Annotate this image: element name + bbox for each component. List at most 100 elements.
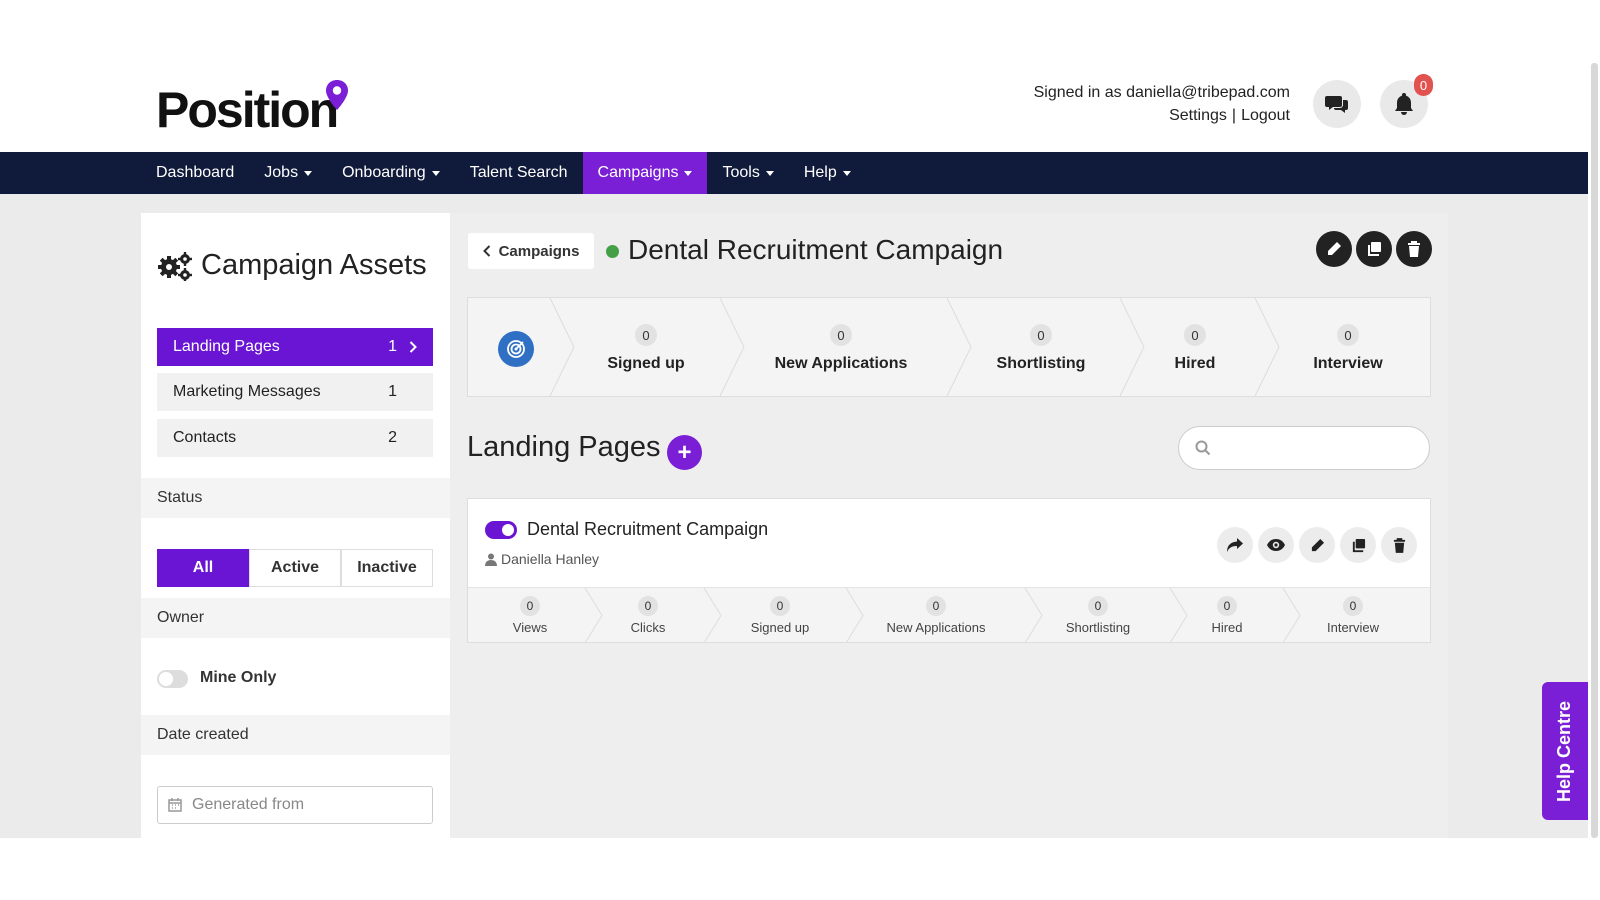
stat-value: 0: [1184, 324, 1206, 346]
nav-jobs[interactable]: Jobs: [249, 152, 327, 194]
stat-value: 0: [1030, 324, 1052, 346]
copy-button[interactable]: [1340, 527, 1376, 563]
lp-stat-hired: 0 Hired: [1192, 588, 1262, 643]
back-to-campaigns-button[interactable]: Campaigns: [468, 233, 594, 269]
nav-label: Help: [803, 164, 837, 181]
pencil-icon: [1328, 242, 1341, 255]
add-landing-page-button[interactable]: +: [667, 435, 702, 470]
notifications-button[interactable]: 0: [1380, 74, 1433, 128]
date-created-label: Date created: [141, 715, 450, 755]
lp-stat-views: 0 Views: [490, 588, 570, 643]
stat-label: Interview: [1326, 620, 1380, 635]
help-centre-tab[interactable]: Help Centre: [1542, 682, 1588, 820]
logo[interactable]: Position: [156, 80, 349, 139]
landing-page-title[interactable]: Dental Recruitment Campaign: [527, 519, 768, 540]
owner-label: Owner: [141, 598, 450, 638]
copy-icon: [1368, 242, 1381, 256]
landing-page-owner: Daniella Hanley: [485, 551, 599, 567]
stat-label: Signed up: [750, 620, 810, 635]
sidebar-item-contacts[interactable]: Contacts 2: [157, 419, 433, 457]
app-frame: Position Signed in as daniella@tribepad.…: [0, 63, 1588, 838]
delete-button[interactable]: [1381, 527, 1417, 563]
delete-campaign-button[interactable]: [1396, 231, 1432, 267]
stat-value: 0: [1088, 596, 1108, 616]
nav-campaigns[interactable]: Campaigns: [582, 152, 708, 194]
mine-only-toggle[interactable]: [157, 670, 188, 688]
stat-value: 0: [520, 596, 540, 616]
chevron-divider: [1024, 588, 1043, 643]
stat-label: Shortlisting: [996, 355, 1086, 372]
sidebar-item-landing-pages[interactable]: Landing Pages 1: [157, 328, 433, 366]
stat-new-applications: 0 New Applications: [741, 298, 941, 396]
nav-help[interactable]: Help: [789, 152, 866, 194]
gears-icon: [158, 251, 192, 281]
help-centre-label: Help Centre: [1554, 700, 1575, 802]
status-active-button[interactable]: Active: [249, 549, 341, 587]
lp-stat-clicks: 0 Clicks: [608, 588, 688, 643]
nav-talent-search[interactable]: Talent Search: [455, 152, 583, 194]
landing-page-active-toggle[interactable]: [485, 521, 517, 539]
status-all-button[interactable]: All: [157, 549, 249, 587]
stat-label: New Applications: [774, 355, 908, 372]
stat-value: 0: [830, 324, 852, 346]
stat-value: 0: [1337, 324, 1359, 346]
stat-label: Interview: [1313, 355, 1383, 372]
campaign-title: Dental Recruitment Campaign: [628, 234, 1004, 265]
target-icon: [498, 331, 534, 367]
stat-value: 0: [926, 596, 946, 616]
lp-stat-signed-up: 0 Signed up: [730, 588, 830, 643]
nav-label: Jobs: [264, 164, 299, 181]
location-pin-icon: [326, 80, 349, 110]
nav-label: Onboarding: [342, 164, 426, 181]
status-inactive-button[interactable]: Inactive: [341, 549, 433, 587]
nav-onboarding[interactable]: Onboarding: [327, 152, 455, 194]
owner-name: Daniella Hanley: [501, 551, 600, 567]
page-scrollbar[interactable]: [1591, 63, 1598, 838]
stat-label: Hired: [1174, 355, 1216, 372]
settings-link[interactable]: Settings: [1169, 104, 1227, 127]
search-icon: [1195, 440, 1211, 456]
bell-icon: [1395, 93, 1413, 115]
copy-campaign-button[interactable]: [1356, 231, 1392, 267]
stat-signed-up: 0 Signed up: [571, 298, 721, 396]
chevron-divider: [703, 588, 722, 643]
share-icon: [1227, 538, 1243, 552]
sidebar-item-marketing-messages[interactable]: Marketing Messages 1: [157, 373, 433, 411]
caret-down-icon: [431, 170, 440, 176]
main-nav: Dashboard Jobs Onboarding Talent Search …: [0, 152, 1588, 194]
edit-campaign-button[interactable]: [1316, 231, 1352, 267]
stat-value: 0: [635, 324, 657, 346]
chevron-divider: [584, 588, 603, 643]
nav-label: Dashboard: [156, 164, 235, 181]
share-button[interactable]: [1217, 527, 1253, 563]
notification-badge: 0: [1414, 74, 1433, 96]
landing-pages-search[interactable]: [1178, 426, 1430, 470]
edit-button[interactable]: [1299, 527, 1335, 563]
sidebar-title-text: Campaign Assets: [201, 249, 427, 281]
nav-tools[interactable]: Tools: [707, 152, 788, 194]
sidebar: Campaign Assets Landing Pages 1 Marketin…: [141, 213, 450, 838]
sidebar-item-count: 1: [388, 383, 397, 400]
campaign-status-dot: [606, 245, 619, 258]
nav-label: Tools: [722, 164, 760, 181]
link-separator: |: [1231, 107, 1237, 124]
sidebar-item-count: 1: [388, 338, 397, 355]
sidebar-item-count: 2: [388, 429, 397, 446]
messages-button[interactable]: [1313, 80, 1361, 128]
chevron-divider: [1119, 298, 1145, 396]
stat-value: 0: [770, 596, 790, 616]
preview-button[interactable]: [1258, 527, 1294, 563]
copy-icon: [1352, 538, 1365, 552]
stat-label: Shortlisting: [1065, 620, 1131, 635]
back-label: Campaigns: [498, 242, 580, 260]
nav-label: Campaigns: [597, 164, 679, 181]
search-input[interactable]: [1219, 439, 1419, 457]
nav-dashboard[interactable]: Dashboard: [141, 152, 249, 194]
sidebar-item-label: Marketing Messages: [173, 383, 321, 400]
sidebar-title: Campaign Assets: [157, 249, 427, 282]
date-from-placeholder: Generated from: [192, 796, 305, 813]
logo-text: Position: [156, 82, 339, 138]
sidebar-item-label: Landing Pages: [173, 338, 280, 355]
date-from-input[interactable]: Generated from: [157, 786, 433, 824]
logout-link[interactable]: Logout: [1241, 104, 1290, 127]
